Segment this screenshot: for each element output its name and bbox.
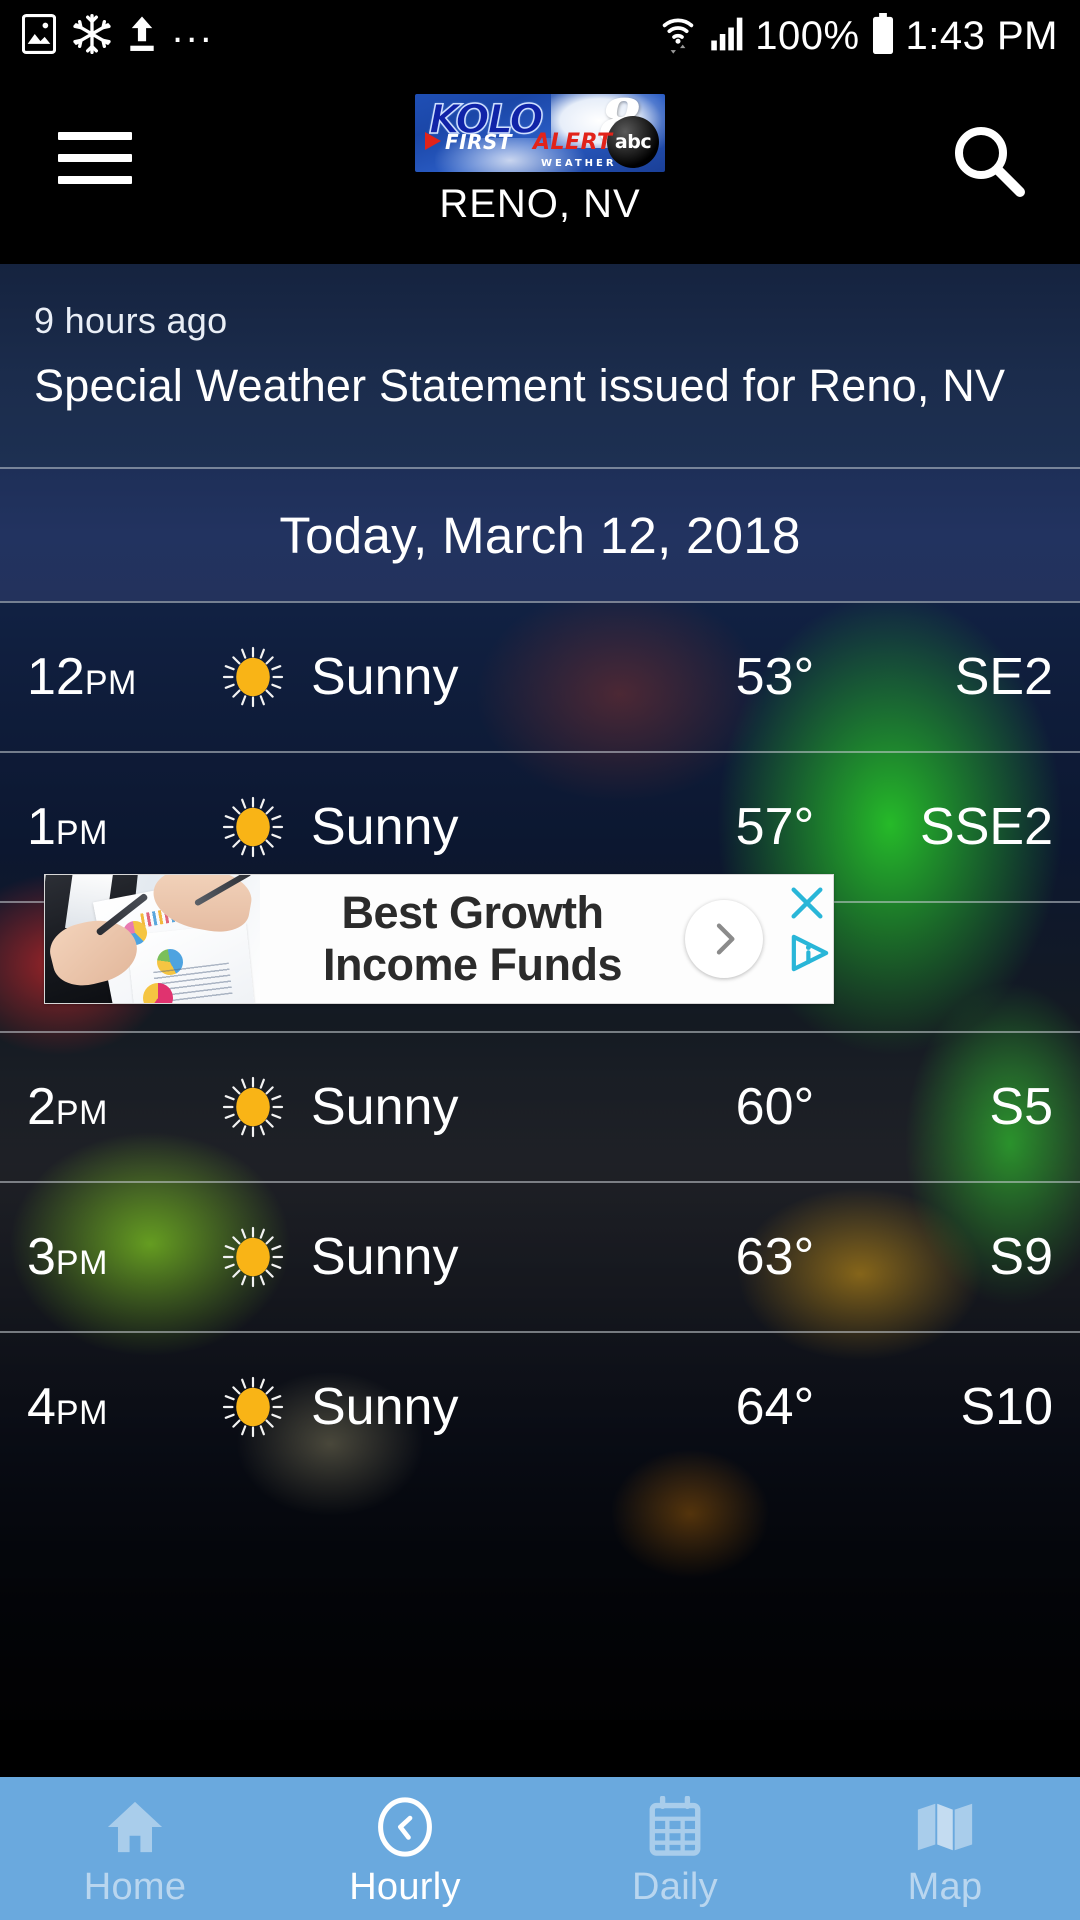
row-time: 1PM — [0, 797, 215, 857]
date-header: Today, March 12, 2018 — [0, 469, 1080, 601]
home-icon — [104, 1794, 166, 1860]
nav-item-home[interactable]: Home — [0, 1777, 270, 1920]
row-wind: S9 — [989, 1228, 1053, 1286]
row-condition: Sunny — [311, 1378, 459, 1436]
row-wind: SE2 — [954, 648, 1053, 706]
clock-icon — [374, 1794, 436, 1860]
row-wind: S5 — [989, 1078, 1053, 1136]
sun-icon — [215, 1075, 291, 1139]
search-icon[interactable] — [948, 120, 1028, 200]
row-temperature: 64° — [735, 1378, 815, 1436]
advertisement-banner[interactable]: Best Growth Income Funds — [44, 874, 834, 1004]
row-wind: SSE2 — [920, 798, 1053, 856]
nav-item-hourly[interactable]: Hourly — [270, 1777, 540, 1920]
logo-play-triangle-icon — [425, 132, 441, 150]
logo-first-text: FIRST — [445, 130, 513, 154]
row-meridiem: PM — [84, 664, 137, 702]
row-hour: 2 — [27, 1078, 56, 1136]
adchoices-icon[interactable] — [789, 933, 831, 978]
location-label: RENO, NV — [439, 182, 641, 226]
row-wind: S10 — [960, 1378, 1053, 1436]
sun-icon — [215, 645, 291, 709]
row-temperature: 63° — [735, 1228, 815, 1286]
row-time: 4PM — [0, 1377, 215, 1437]
close-x-icon[interactable] — [787, 883, 827, 928]
sun-icon — [215, 1225, 291, 1289]
logo-alert-text: ALERT — [533, 130, 613, 155]
row-hour: 12 — [27, 648, 85, 706]
nav-label-hourly: Hourly — [349, 1866, 461, 1908]
row-meridiem: PM — [55, 814, 108, 852]
upload-icon — [128, 15, 156, 58]
logo-weather-text: WEATHER — [541, 158, 617, 169]
row-temperature: 60° — [735, 1078, 815, 1136]
row-hour: 4 — [27, 1378, 56, 1436]
battery-percentage: 100% — [755, 14, 860, 58]
table-row[interactable]: 12PM Sunny 53° SE2 — [0, 603, 1080, 751]
row-condition: Sunny — [311, 1228, 459, 1286]
row-meridiem: PM — [55, 1244, 108, 1282]
logo-abc-text: abc — [614, 131, 652, 153]
sun-icon — [215, 1375, 291, 1439]
app-screen: ... 100% 1:43 PM KOLO 8 — [0, 0, 1080, 1920]
ad-image — [45, 875, 260, 1003]
table-row[interactable]: 3PM Sunny 63° S9 — [0, 1183, 1080, 1331]
date-header-label: Today, March 12, 2018 — [279, 506, 801, 564]
nav-label-map: Map — [907, 1866, 983, 1908]
kolo-logo-image: KOLO 8 abc FIRST ALERT WEATHER — [415, 94, 665, 172]
row-time: 2PM — [0, 1077, 215, 1137]
row-time: 12PM — [0, 647, 215, 707]
sun-icon — [215, 795, 291, 859]
alert-timestamp: 9 hours ago — [34, 300, 228, 341]
more-icon: ... — [172, 7, 215, 51]
nav-label-daily: Daily — [632, 1866, 718, 1908]
ad-text: Best Growth Income Funds — [260, 887, 685, 991]
status-bar-right-icons: 100% 1:43 PM — [659, 12, 1058, 61]
map-icon — [914, 1794, 976, 1860]
nav-item-daily[interactable]: Daily — [540, 1777, 810, 1920]
row-time: 3PM — [0, 1227, 215, 1287]
bottom-navigation-bar: Home Hourly Daily Map — [0, 1777, 1080, 1920]
status-bar: ... 100% 1:43 PM — [0, 0, 1080, 72]
hourly-forecast-scroll[interactable]: 9 hours ago Special Weather Statement is… — [0, 264, 1080, 1720]
row-temperature: 57° — [735, 798, 815, 856]
row-temperature: 53° — [735, 648, 815, 706]
row-meridiem: PM — [55, 1394, 108, 1432]
ad-headline-line2: Income Funds — [322, 939, 623, 990]
row-condition: Sunny — [311, 798, 459, 856]
snowflake-icon — [72, 13, 112, 59]
row-condition: Sunny — [311, 1078, 459, 1136]
nav-item-map[interactable]: Map — [810, 1777, 1080, 1920]
clock-time: 1:43 PM — [905, 14, 1058, 58]
alert-headline: Special Weather Statement issued for Ren… — [34, 360, 1006, 411]
chevron-right-icon[interactable] — [685, 900, 763, 978]
ad-controls — [777, 875, 833, 1003]
row-meridiem: PM — [55, 1094, 108, 1132]
hamburger-menu-icon[interactable] — [58, 132, 132, 184]
row-hour: 1 — [27, 798, 56, 856]
app-header: KOLO 8 abc FIRST ALERT WEATHER RENO, NV — [0, 72, 1080, 264]
station-logo: KOLO 8 abc FIRST ALERT WEATHER — [415, 94, 665, 172]
row-condition: Sunny — [311, 648, 459, 706]
row-hour: 3 — [27, 1228, 56, 1286]
status-bar-left-icons: ... — [21, 7, 215, 59]
cellular-signal-icon — [708, 14, 744, 59]
battery-icon — [871, 12, 895, 60]
wifi-icon — [659, 12, 697, 61]
nav-label-home: Home — [83, 1866, 187, 1908]
ad-headline-line1: Best Growth — [341, 887, 604, 939]
table-row[interactable]: 2PM Sunny 60° S5 — [0, 1033, 1080, 1181]
calendar-icon — [646, 1794, 704, 1860]
weather-alert-banner[interactable]: 9 hours ago Special Weather Statement is… — [0, 264, 1080, 467]
table-row[interactable]: 4PM Sunny 64° S10 — [0, 1333, 1080, 1481]
image-icon — [21, 13, 57, 59]
